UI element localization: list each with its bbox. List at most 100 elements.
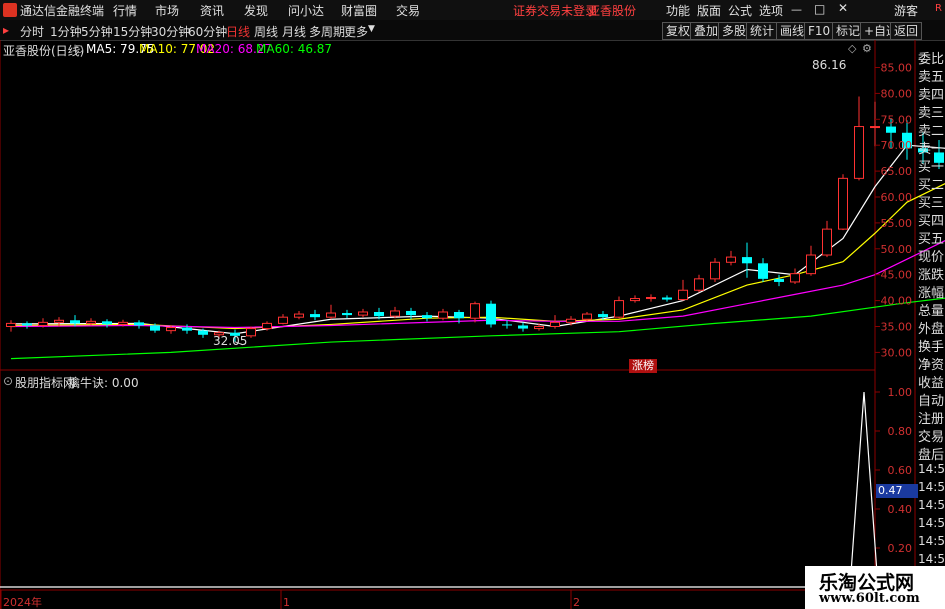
sidebar-item[interactable]: 卖二: [918, 120, 945, 139]
candle: [854, 96, 864, 181]
menu-discover[interactable]: 发现: [244, 2, 268, 19]
menu-quotes[interactable]: 行情: [113, 2, 137, 19]
minimize-icon[interactable]: —: [791, 3, 802, 16]
btn-stats[interactable]: 统计: [746, 22, 779, 40]
maximize-icon[interactable]: □: [814, 2, 825, 16]
candle: [438, 308, 448, 321]
menu-caifuquan[interactable]: 财富圈: [341, 2, 377, 19]
period-5min[interactable]: 5分钟: [81, 23, 113, 40]
sidebar-item[interactable]: 买三: [918, 192, 945, 211]
candle-body: [726, 256, 736, 263]
menu-news[interactable]: 资讯: [200, 2, 224, 19]
sidebar-item[interactable]: 自动: [918, 390, 945, 409]
guest-label[interactable]: 游客: [894, 2, 918, 19]
period-15min[interactable]: 15分钟: [113, 23, 152, 40]
legend-ma60: MA60: 46.87: [256, 42, 333, 56]
sidebar-item[interactable]: 交易: [918, 426, 945, 445]
sidebar-item[interactable]: 注册: [918, 408, 945, 427]
title-stock-name: 亚香股份: [588, 4, 637, 18]
sidebar-item[interactable]: 14:56: [918, 552, 945, 566]
more-dropdown-icon[interactable]: ▼: [368, 24, 375, 34]
sidebar-item[interactable]: 买一: [918, 156, 945, 175]
menu-layout[interactable]: 版面: [697, 2, 721, 19]
indicator-toggle-icon[interactable]: ⊙: [3, 374, 13, 388]
candle: [726, 250, 736, 266]
candle-body: [374, 311, 384, 317]
sidebar-item[interactable]: 收益: [918, 372, 945, 391]
btn-f10[interactable]: F10: [804, 22, 835, 40]
candle-body: [886, 126, 896, 133]
sidebar-item[interactable]: 买四: [918, 210, 945, 229]
period-30min[interactable]: 30分钟: [151, 23, 190, 40]
sidebar-item[interactable]: 总量: [918, 300, 945, 319]
menu-market[interactable]: 市场: [155, 2, 179, 19]
close-icon[interactable]: ✕: [838, 1, 848, 15]
sidebar-item[interactable]: 14:56: [918, 534, 945, 548]
menu-formula[interactable]: 公式: [728, 2, 752, 19]
indicator-tick-label: 0.40: [888, 503, 913, 516]
diamond-icon[interactable]: ◇: [848, 42, 856, 55]
trade-login-notice[interactable]: 证券交易未登录: [513, 2, 597, 19]
candle: [646, 294, 656, 302]
period-60min[interactable]: 60分钟: [188, 23, 227, 40]
sidebar-item[interactable]: 14:56: [918, 480, 945, 494]
candle-body: [198, 330, 208, 335]
candle-body: [70, 320, 80, 324]
candle-body: [758, 263, 768, 279]
candle-body: [662, 297, 672, 300]
period-intraday[interactable]: 分时: [20, 23, 44, 40]
sidebar-item[interactable]: 委比: [918, 48, 945, 67]
period-more[interactable]: 更多: [344, 23, 368, 40]
sidebar-item[interactable]: 现价: [918, 246, 945, 265]
sidebar-item[interactable]: 买五: [918, 228, 945, 247]
period-1min[interactable]: 1分钟: [50, 23, 82, 40]
sidebar-item[interactable]: 净资: [918, 354, 945, 373]
legend-toggle-icon[interactable]: ⊙: [74, 42, 84, 56]
sidebar-item[interactable]: 买二: [918, 174, 945, 193]
candle-body: [582, 313, 592, 320]
sidebar-item[interactable]: 盘后: [918, 444, 945, 463]
sidebar-item[interactable]: 卖五: [918, 66, 945, 85]
period-daily[interactable]: 日线: [226, 23, 250, 40]
sidebar-item[interactable]: 14:56: [918, 462, 945, 476]
candle-body: [278, 316, 288, 324]
menu-function[interactable]: 功能: [666, 2, 690, 19]
sidebar-item[interactable]: 卖一: [918, 138, 945, 157]
sidebar-item[interactable]: 涨跌: [918, 264, 945, 283]
candle-body: [86, 320, 96, 324]
sidebar-item[interactable]: 涨幅: [918, 282, 945, 301]
candle-body: [838, 177, 848, 230]
sidebar-item[interactable]: 外盘: [918, 318, 945, 337]
candle: [278, 314, 288, 325]
candle: [134, 320, 144, 329]
period-multi[interactable]: 多周期: [309, 23, 345, 40]
sidebar-item[interactable]: 14:56: [918, 516, 945, 530]
limit-up-tag[interactable]: 涨榜: [629, 359, 657, 373]
price-tick-label: 35.00: [881, 321, 913, 334]
kline-chart[interactable]: 85.00 80.00 75.00 70.00 65.00 60.00 55.00 50.00…: [0, 40, 945, 609]
price-tick-label: 50.00: [881, 243, 913, 256]
price-tick-label: 75.00: [881, 113, 913, 126]
candle: [678, 279, 688, 301]
candle: [342, 309, 352, 319]
menu-options[interactable]: 选项: [759, 2, 783, 19]
menu-wenxiaoda[interactable]: 问小达: [288, 2, 324, 19]
sidebar-item[interactable]: 换手: [918, 336, 945, 355]
sidebar-item[interactable]: 卖四: [918, 84, 945, 103]
sidebar-item[interactable]: 14:56: [918, 498, 945, 512]
menu-trade[interactable]: 交易: [396, 2, 420, 19]
toolbar-flag-icon[interactable]: ▸: [3, 23, 9, 37]
candle-body: [502, 324, 512, 326]
candle-body: [102, 321, 112, 325]
indicator-value: 擒牛诀: 0.00: [68, 376, 139, 390]
sidebar-item[interactable]: 卖三: [918, 102, 945, 121]
chart-settings-icon[interactable]: ⚙: [862, 42, 872, 55]
candle-body: [534, 326, 544, 330]
btn-back[interactable]: 返回: [890, 22, 923, 40]
candle: [6, 320, 16, 332]
candle: [486, 300, 496, 328]
period-weekly[interactable]: 周线: [254, 23, 278, 40]
price-tick-label: 55.00: [881, 217, 913, 230]
period-monthly[interactable]: 月线: [282, 23, 306, 40]
annotation-low: 32.05: [213, 334, 248, 348]
